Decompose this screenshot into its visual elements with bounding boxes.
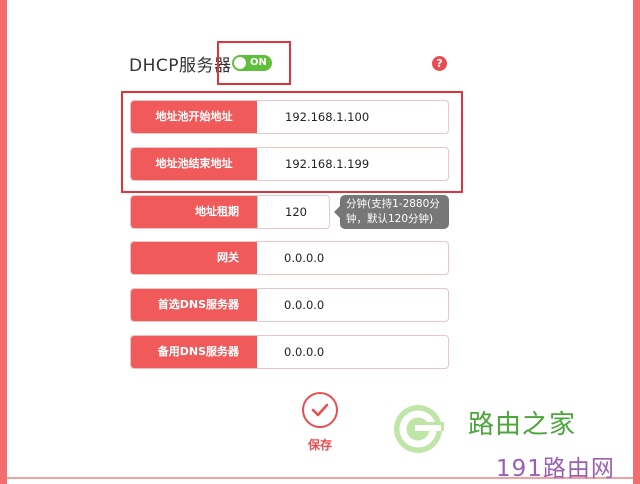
lease-time-input[interactable]: 120 [285, 196, 307, 228]
lease-time-hint: 分钟(支持1-2880分 钟，默认120分钟) [334, 195, 449, 229]
lease-time-row: 地址租期 120 [130, 195, 330, 229]
primary-dns-row: 首选DNS服务器 0.0.0.0 [130, 288, 449, 322]
watermark-logo-icon [394, 405, 444, 453]
gateway-row: 网关 0.0.0.0 [130, 241, 449, 275]
start-address-label: 地址池开始地址 [131, 101, 257, 133]
end-address-label: 地址池结束地址 [131, 148, 257, 180]
primary-dns-label: 首选DNS服务器 [131, 289, 257, 321]
lease-hint-line2: 钟，默认120分钟) [346, 213, 434, 225]
end-address-input[interactable]: 192.168.1.199 [285, 148, 369, 180]
help-icon[interactable]: ? [432, 56, 447, 71]
save-label[interactable]: 保存 [304, 436, 336, 453]
checkmark-icon [311, 403, 329, 417]
watermark-text-brand: 路由之家 [468, 410, 577, 440]
watermark-text-site: 191路由网 [496, 456, 615, 482]
lease-hint-line1: 分钟(支持1-2880分 [346, 198, 440, 210]
secondary-dns-row: 备用DNS服务器 0.0.0.0 [130, 335, 449, 369]
start-address-input[interactable]: 192.168.1.100 [285, 101, 369, 133]
start-address-row: 地址池开始地址 192.168.1.100 [130, 100, 449, 134]
secondary-dns-input[interactable]: 0.0.0.0 [284, 336, 324, 368]
lease-time-label: 地址租期 [131, 196, 257, 228]
primary-dns-input[interactable]: 0.0.0.0 [284, 289, 324, 321]
secondary-dns-label: 备用DNS服务器 [131, 336, 257, 368]
save-button[interactable] [302, 392, 338, 428]
gateway-input[interactable]: 0.0.0.0 [284, 242, 324, 274]
end-address-row: 地址池结束地址 192.168.1.199 [130, 147, 449, 181]
toggle-highlight-box [217, 41, 291, 85]
gateway-label: 网关 [131, 242, 257, 274]
